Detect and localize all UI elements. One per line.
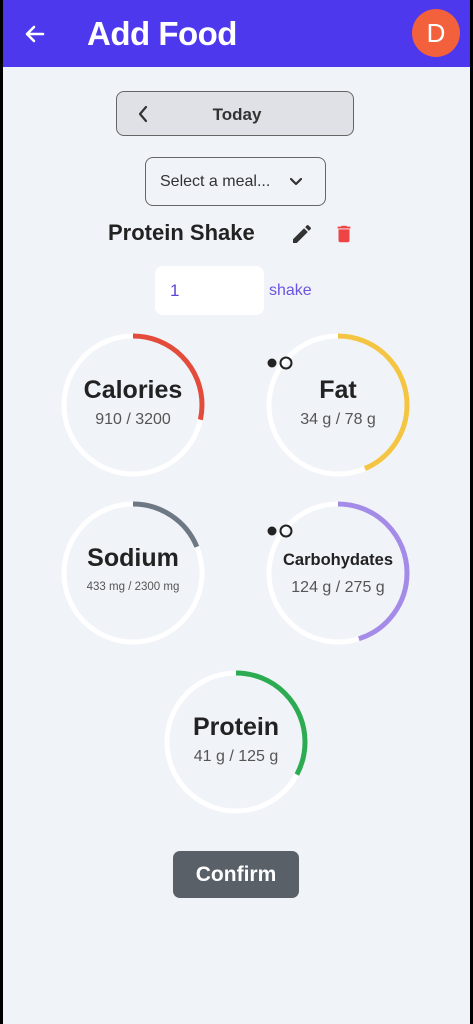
delete-food-button[interactable] [333, 222, 355, 251]
quantity-input[interactable] [155, 266, 264, 315]
calories-value: 910 / 3200 [95, 411, 171, 428]
meal-select-placeholder: Select a meal... [160, 173, 271, 190]
sodium-value: 433 mg / 2300 mg [86, 581, 180, 593]
food-name: Protein Shake [108, 220, 255, 245]
date-selector-button[interactable]: Today [116, 91, 354, 136]
carbohydrates-label: Carbohydates [282, 551, 394, 569]
chevron-down-icon [288, 175, 304, 193]
calories-label: Calories [83, 376, 183, 404]
sodium-label: Sodium [87, 544, 179, 572]
carbohydrates-value: 124 g / 275 g [291, 579, 385, 596]
protein-ring: Protein 41 g / 125 g [163, 669, 309, 815]
meal-select-dropdown[interactable]: Select a meal... [145, 157, 326, 206]
back-button[interactable] [19, 18, 51, 50]
edit-food-button[interactable] [290, 222, 314, 251]
protein-label: Protein [192, 713, 280, 741]
fat-value: 34 g / 78 g [300, 411, 376, 428]
quantity-unit: shake [269, 282, 312, 299]
arrow-left-icon [25, 25, 45, 43]
app-bar: Add Food D [3, 0, 470, 67]
page-title: Add Food [87, 15, 237, 52]
pencil-icon [293, 224, 312, 243]
avatar[interactable]: D [412, 9, 460, 57]
confirm-button[interactable]: Confirm [173, 851, 299, 898]
protein-value: 41 g / 125 g [193, 748, 279, 765]
fat-ring: Fat 34 g / 78 g [265, 332, 411, 478]
calories-ring: Calories 910 / 3200 [60, 332, 206, 478]
avatar-initial: D [426, 17, 446, 48]
carbohydrates-ring: Carbohydates 124 g / 275 g [265, 500, 411, 646]
add-food-screen: Add Food D Today Select a meal... Protei… [3, 0, 470, 1024]
fat-label: Fat [319, 376, 357, 404]
sodium-ring: Sodium 433 mg / 2300 mg [60, 500, 206, 646]
trash-icon [337, 225, 351, 243]
date-label: Today [212, 105, 262, 124]
